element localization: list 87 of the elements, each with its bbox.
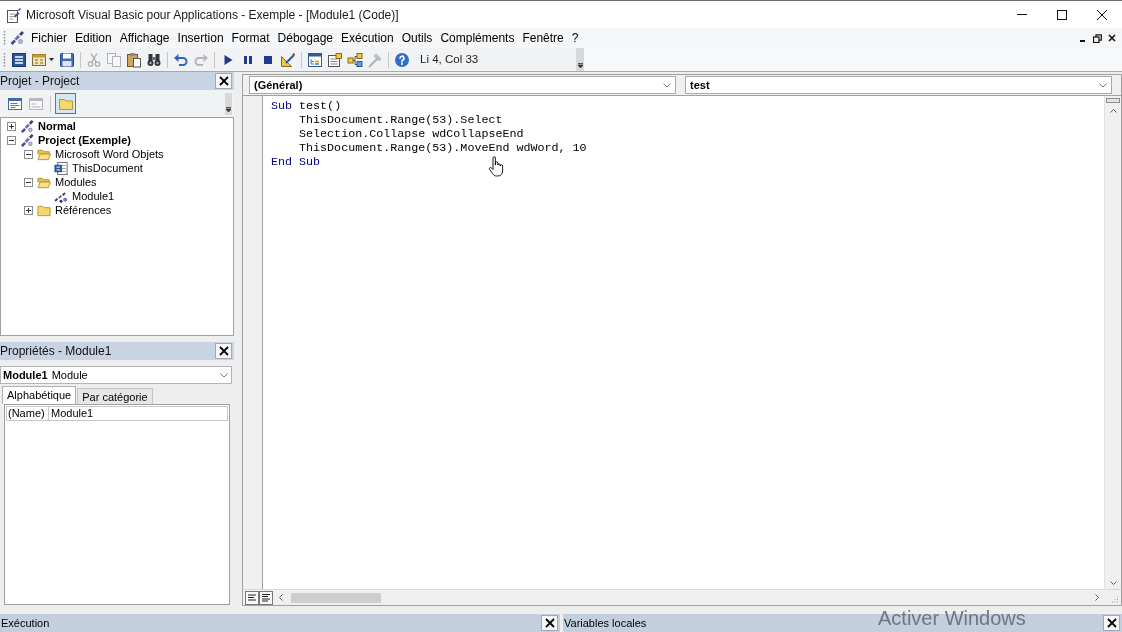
code-line: Sub test()	[271, 99, 342, 113]
connected-boxes-icon[interactable]	[347, 51, 363, 68]
code-line: ThisDocument.Range(53).MoveEnd wdWord, 10	[298, 141, 587, 155]
tree-toggle[interactable]	[7, 121, 16, 131]
document-icon	[53, 160, 69, 176]
object-combo[interactable]: (Général)	[249, 76, 676, 94]
tree-toggle[interactable]	[24, 149, 33, 159]
code-editor[interactable]: Sub test() ThisDocument.Range(53).Select Selection.Collapse wdCollapseEnd ThisDocument.Range(53).MoveEnd wdWord, 10 End Sub	[263, 96, 1104, 589]
grip-icon[interactable]	[3, 51, 6, 68]
cursor-position-text: Li 4, Col 33	[420, 51, 479, 67]
menu-item[interactable]: Exécution	[337, 28, 398, 48]
toolbar-overflow-button[interactable]	[225, 92, 232, 115]
grip-icon[interactable]	[3, 30, 6, 46]
tree-toggle[interactable]	[24, 177, 33, 187]
size-grip-icon[interactable]	[1111, 595, 1119, 603]
tree-toggle[interactable]	[24, 205, 33, 215]
chevron-down-icon[interactable]	[220, 372, 228, 378]
code-line: End Sub	[271, 155, 321, 169]
window-title: Microsoft Visual Basic pour Applications - Exemple - [Module1 (Code)]	[26, 6, 399, 24]
scrollbar-thumb[interactable]	[291, 592, 381, 603]
lines-box-icon[interactable]	[245, 590, 259, 605]
menu-item[interactable]: Format	[227, 28, 274, 48]
tree-toggle[interactable]	[7, 135, 16, 145]
help-icon[interactable]	[394, 51, 410, 68]
tree-item[interactable]: Normal	[38, 119, 76, 133]
chevron-right-icon[interactable]	[1095, 594, 1099, 601]
tree-item[interactable]: Références	[55, 203, 112, 217]
list-card-icon[interactable]	[327, 51, 343, 68]
menu-item[interactable]: Affichage	[115, 28, 174, 48]
page-pencil-icon	[6, 6, 22, 23]
panel-title: Propriétés - Module1	[0, 343, 112, 360]
properties-tab[interactable]: Alphabétique	[2, 386, 77, 404]
clipboard-icon[interactable]	[126, 51, 142, 68]
code-window-icon	[6, 95, 23, 112]
code-line: Selection.Collapse wdCollapseEnd	[298, 127, 524, 141]
property-value-cell[interactable]: Module1	[49, 407, 227, 420]
menu-item[interactable]: Compléments	[436, 28, 519, 48]
ruler-pencil-icon[interactable]	[280, 51, 296, 68]
tree-item[interactable]: Microsoft Word Objets	[55, 147, 164, 161]
caret-down-icon[interactable]	[577, 63, 583, 68]
close-icon[interactable]	[1097, 9, 1107, 20]
panel-title: Exécution	[0, 616, 50, 631]
undo-icon[interactable]	[173, 51, 189, 68]
hand-cursor-icon	[488, 156, 504, 177]
properties-tab[interactable]: Par catégorie	[77, 388, 153, 404]
chevron-left-icon[interactable]	[279, 594, 283, 601]
lines-box-icon[interactable]	[259, 590, 273, 605]
split-handle[interactable]	[1106, 98, 1120, 103]
code-line: ThisDocument.Range(53).Select	[298, 113, 503, 127]
menu-item[interactable]: Fenêtre	[518, 28, 568, 48]
menu-item[interactable]: Débogage	[273, 28, 337, 48]
menu-item[interactable]: Outils	[397, 28, 437, 48]
object-dropdown[interactable]: Module1 Module	[0, 366, 232, 384]
diamonds-icon	[19, 132, 35, 148]
menu-item[interactable]: ?	[567, 28, 583, 48]
menu-item[interactable]: Insertion	[173, 28, 228, 48]
toggle-folders-button[interactable]	[55, 93, 76, 114]
toolbar-overflow-button[interactable]	[576, 48, 584, 71]
chevron-down-icon[interactable]	[1109, 581, 1117, 585]
save-icon[interactable]	[59, 51, 75, 68]
tree-item[interactable]: ThisDocument	[72, 161, 143, 175]
restore-icon[interactable]	[1093, 33, 1102, 43]
form-window-icon	[27, 95, 44, 112]
watermark-text: Activer Windows	[878, 606, 1026, 630]
caret-down-icon[interactable]	[49, 58, 54, 61]
chevron-up-icon[interactable]	[1109, 109, 1117, 113]
panel-title: Variables locales	[563, 616, 647, 631]
diamonds-icon	[9, 30, 25, 46]
panel-title: Projet - Project	[0, 73, 80, 90]
chevron-down-icon[interactable]	[1099, 82, 1107, 88]
tree-window-icon[interactable]	[307, 51, 323, 68]
diamonds-icon	[19, 118, 35, 134]
property-name-cell[interactable]: (Name)	[7, 407, 49, 420]
tree-item[interactable]: Project (Exemple)	[38, 133, 131, 147]
menu-item[interactable]: Edition	[71, 28, 116, 48]
chevron-down-icon[interactable]	[663, 82, 671, 88]
caret-down-icon[interactable]	[226, 106, 231, 112]
procedure-combo[interactable]: test	[685, 76, 1112, 94]
maximize-icon[interactable]	[1057, 9, 1067, 20]
form-icon[interactable]	[31, 51, 47, 68]
close-icon[interactable]	[1108, 34, 1116, 42]
text-lines-icon[interactable]	[11, 51, 27, 68]
tree-item[interactable]: Modules	[55, 175, 97, 189]
tree-item[interactable]: Module1	[72, 189, 115, 203]
menu-item[interactable]: Fichier	[27, 28, 71, 48]
binoculars-icon[interactable]	[146, 51, 162, 68]
vertical-scrollbar[interactable]	[1104, 96, 1121, 589]
